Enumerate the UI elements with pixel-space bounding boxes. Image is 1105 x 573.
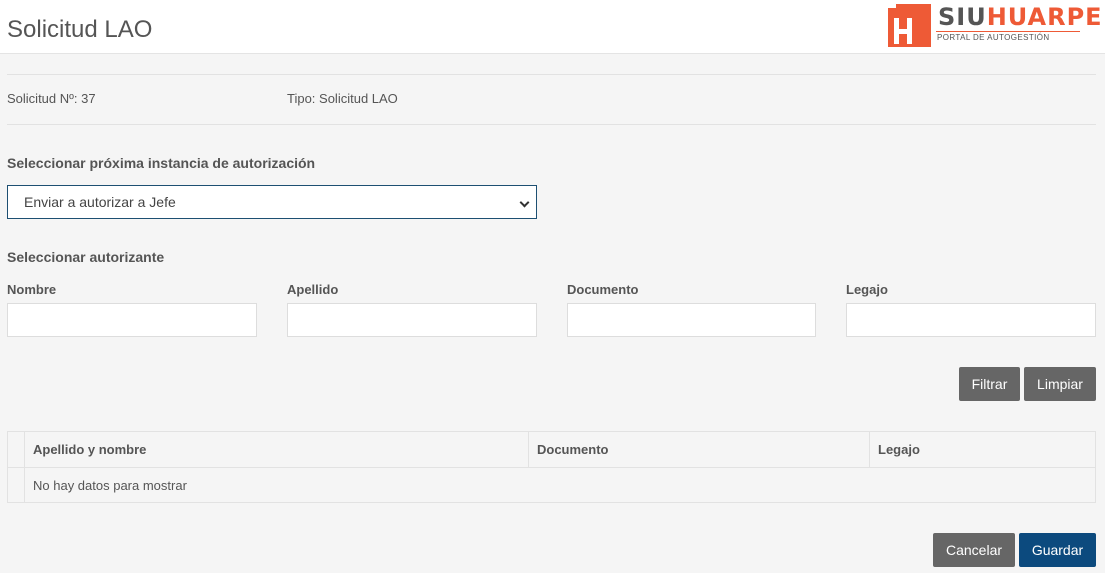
instancia-select[interactable]: Enviar a autorizar a Jefe [7,185,537,219]
column-header-documento: Documento [528,432,869,468]
huarpe-logo-icon [888,4,931,47]
chevron-down-icon [519,197,530,208]
limpiar-button[interactable]: Limpiar [1024,367,1096,401]
cancel-button[interactable]: Cancelar [933,533,1015,567]
instancia-selected-value: Enviar a autorizar a Jefe [24,194,176,210]
table-header-row: Apellido y nombre Documento Legajo [8,432,1095,468]
apellido-label: Apellido [287,282,339,297]
column-header-legajo: Legajo [869,432,1095,468]
empty-table-message: No hay datos para mostrar [33,478,187,493]
autorizante-label: Seleccionar autorizante [7,249,165,265]
siu-huarpe-logo: SIUHUARPE PORTAL DE AUTOGESTIÓN [888,3,1102,47]
filtrar-button[interactable]: Filtrar [959,367,1020,401]
page-title: Solicitud LAO [7,16,153,43]
instancia-label: Seleccionar próxima instancia de autoriz… [7,155,316,171]
divider [7,124,1096,125]
documento-input[interactable] [567,303,816,337]
documento-label: Documento [567,282,639,297]
logo-wordmark: SIUHUARPE [938,3,1103,31]
column-header-apellido-nombre: Apellido y nombre [33,442,147,457]
solicitud-type: Tipo: Solicitud LAO [287,91,398,106]
page-header: Solicitud LAO SIUHUARPE PORTAL DE AUTOGE… [0,0,1105,54]
legajo-input[interactable] [846,303,1096,337]
divider [7,74,1096,75]
table-row: No hay datos para mostrar [8,468,1095,502]
legajo-label: Legajo [846,282,888,297]
nombre-input[interactable] [7,303,257,337]
nombre-label: Nombre [7,282,57,297]
autorizantes-table: Apellido y nombre Documento Legajo No ha… [7,431,1096,503]
logo-underline [936,31,1080,32]
logo-subtitle: PORTAL DE AUTOGESTIÓN [937,33,1050,42]
save-button[interactable]: Guardar [1019,533,1096,567]
solicitud-number: Solicitud Nº: 37 [7,91,96,106]
apellido-input[interactable] [287,303,537,337]
